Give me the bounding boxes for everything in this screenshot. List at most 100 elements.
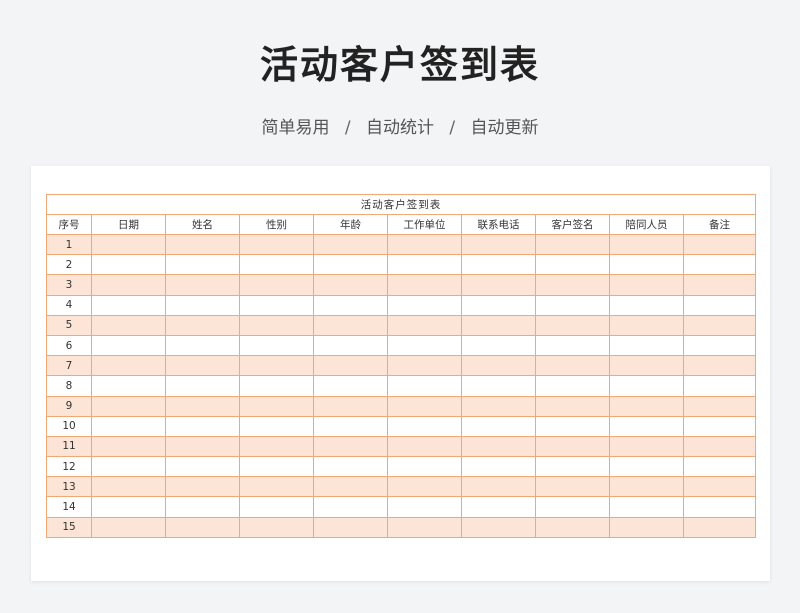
- table-cell[interactable]: [461, 435, 536, 458]
- table-cell[interactable]: [239, 456, 314, 478]
- table-cell[interactable]: [239, 496, 314, 518]
- table-cell[interactable]: [609, 456, 684, 478]
- table-cell[interactable]: [461, 496, 536, 518]
- table-cell[interactable]: [313, 395, 388, 417]
- table-cell[interactable]: [609, 375, 684, 397]
- table-cell[interactable]: [239, 334, 314, 357]
- table-cell[interactable]: [682, 435, 757, 458]
- table-cell[interactable]: [165, 395, 240, 417]
- table-cell[interactable]: [461, 294, 536, 316]
- table-cell[interactable]: [313, 516, 388, 538]
- table-cell[interactable]: [91, 415, 166, 437]
- table-cell[interactable]: [461, 334, 536, 357]
- table-cell[interactable]: [387, 456, 462, 478]
- table-cell[interactable]: [461, 233, 536, 256]
- table-cell[interactable]: [313, 274, 388, 296]
- table-cell[interactable]: [313, 476, 388, 498]
- table-cell[interactable]: [91, 274, 166, 296]
- table-cell[interactable]: [313, 314, 388, 336]
- table-cell[interactable]: [461, 375, 536, 397]
- table-cell[interactable]: [239, 254, 314, 276]
- table-cell[interactable]: [313, 233, 388, 256]
- table-cell[interactable]: [461, 516, 536, 538]
- table-cell[interactable]: [609, 334, 684, 357]
- table-cell[interactable]: [313, 496, 388, 518]
- table-cell[interactable]: [165, 476, 240, 498]
- table-cell[interactable]: [91, 395, 166, 417]
- table-cell[interactable]: [387, 355, 462, 377]
- table-cell[interactable]: [91, 375, 166, 397]
- table-cell[interactable]: [313, 294, 388, 316]
- table-cell[interactable]: [609, 314, 684, 336]
- table-cell[interactable]: [609, 274, 684, 296]
- table-cell[interactable]: [461, 456, 536, 478]
- table-cell[interactable]: [165, 334, 240, 357]
- table-cell[interactable]: [91, 334, 166, 357]
- table-cell[interactable]: [91, 476, 166, 498]
- table-cell[interactable]: [609, 233, 684, 256]
- table-cell[interactable]: [535, 334, 610, 357]
- table-cell[interactable]: [387, 435, 462, 458]
- table-cell[interactable]: [535, 375, 610, 397]
- table-cell[interactable]: [165, 415, 240, 437]
- table-cell[interactable]: [313, 254, 388, 276]
- table-cell[interactable]: [609, 435, 684, 458]
- table-cell[interactable]: [387, 314, 462, 336]
- table-cell[interactable]: [313, 415, 388, 437]
- table-cell[interactable]: [91, 516, 166, 538]
- table-cell[interactable]: [682, 334, 757, 357]
- table-cell[interactable]: [535, 435, 610, 458]
- table-cell[interactable]: [239, 415, 314, 437]
- table-cell[interactable]: [165, 496, 240, 518]
- table-cell[interactable]: [682, 274, 757, 296]
- table-cell[interactable]: [91, 254, 166, 276]
- table-cell[interactable]: [239, 314, 314, 336]
- table-cell[interactable]: [165, 254, 240, 276]
- table-cell[interactable]: [461, 274, 536, 296]
- table-cell[interactable]: [165, 314, 240, 336]
- table-cell[interactable]: [535, 314, 610, 336]
- table-cell[interactable]: [609, 294, 684, 316]
- table-cell[interactable]: [682, 516, 757, 538]
- table-cell[interactable]: [682, 476, 757, 498]
- table-cell[interactable]: [91, 435, 166, 458]
- table-cell[interactable]: [313, 375, 388, 397]
- table-cell[interactable]: [461, 355, 536, 377]
- table-cell[interactable]: [682, 415, 757, 437]
- table-cell[interactable]: [682, 456, 757, 478]
- table-cell[interactable]: [461, 314, 536, 336]
- table-cell[interactable]: [461, 254, 536, 276]
- table-cell[interactable]: [535, 254, 610, 276]
- table-cell[interactable]: [165, 233, 240, 256]
- table-cell[interactable]: [313, 435, 388, 458]
- table-cell[interactable]: [682, 355, 757, 377]
- table-cell[interactable]: [239, 274, 314, 296]
- table-cell[interactable]: [165, 516, 240, 538]
- table-cell[interactable]: [387, 375, 462, 397]
- table-cell[interactable]: [535, 274, 610, 296]
- table-cell[interactable]: [239, 435, 314, 458]
- table-cell[interactable]: [313, 355, 388, 377]
- table-cell[interactable]: [387, 516, 462, 538]
- table-cell[interactable]: [165, 355, 240, 377]
- table-cell[interactable]: [682, 233, 757, 256]
- table-cell[interactable]: [165, 435, 240, 458]
- table-cell[interactable]: [535, 415, 610, 437]
- table-cell[interactable]: [609, 476, 684, 498]
- table-cell[interactable]: [91, 456, 166, 478]
- table-cell[interactable]: [91, 496, 166, 518]
- table-cell[interactable]: [239, 233, 314, 256]
- table-cell[interactable]: [239, 476, 314, 498]
- table-cell[interactable]: [682, 395, 757, 417]
- table-cell[interactable]: [387, 254, 462, 276]
- table-cell[interactable]: [239, 355, 314, 377]
- table-cell[interactable]: [609, 395, 684, 417]
- table-cell[interactable]: [239, 375, 314, 397]
- table-cell[interactable]: [387, 233, 462, 256]
- table-cell[interactable]: [609, 415, 684, 437]
- table-cell[interactable]: [682, 254, 757, 276]
- table-cell[interactable]: [91, 233, 166, 256]
- table-cell[interactable]: [535, 496, 610, 518]
- table-cell[interactable]: [682, 314, 757, 336]
- table-cell[interactable]: [387, 476, 462, 498]
